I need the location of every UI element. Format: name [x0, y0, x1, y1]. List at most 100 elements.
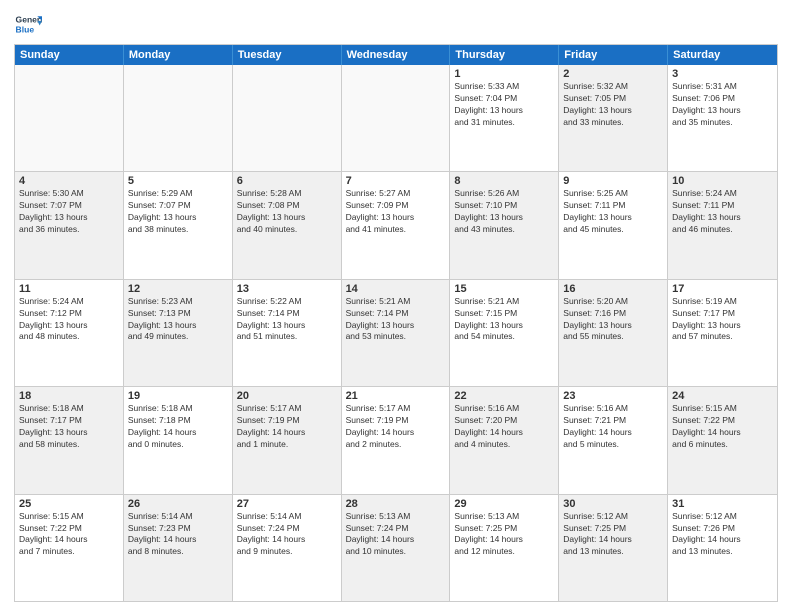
day-number: 20 — [237, 390, 337, 402]
day-number: 12 — [128, 283, 228, 295]
day-info: Sunrise: 5:23 AMSunset: 7:13 PMDaylight:… — [128, 296, 228, 344]
calendar-cell: 13Sunrise: 5:22 AMSunset: 7:14 PMDayligh… — [233, 280, 342, 386]
day-number: 23 — [563, 390, 663, 402]
day-info: Sunrise: 5:17 AMSunset: 7:19 PMDaylight:… — [346, 403, 446, 451]
day-number: 31 — [672, 498, 773, 510]
calendar-cell: 9Sunrise: 5:25 AMSunset: 7:11 PMDaylight… — [559, 172, 668, 278]
day-info: Sunrise: 5:27 AMSunset: 7:09 PMDaylight:… — [346, 188, 446, 236]
day-number: 3 — [672, 68, 773, 80]
day-number: 14 — [346, 283, 446, 295]
day-info: Sunrise: 5:15 AMSunset: 7:22 PMDaylight:… — [672, 403, 773, 451]
day-info: Sunrise: 5:13 AMSunset: 7:24 PMDaylight:… — [346, 511, 446, 559]
day-info: Sunrise: 5:26 AMSunset: 7:10 PMDaylight:… — [454, 188, 554, 236]
day-info: Sunrise: 5:12 AMSunset: 7:25 PMDaylight:… — [563, 511, 663, 559]
calendar-cell: 21Sunrise: 5:17 AMSunset: 7:19 PMDayligh… — [342, 387, 451, 493]
day-number: 15 — [454, 283, 554, 295]
day-number: 10 — [672, 175, 773, 187]
day-info: Sunrise: 5:21 AMSunset: 7:14 PMDaylight:… — [346, 296, 446, 344]
calendar-cell: 4Sunrise: 5:30 AMSunset: 7:07 PMDaylight… — [15, 172, 124, 278]
day-number: 9 — [563, 175, 663, 187]
day-info: Sunrise: 5:16 AMSunset: 7:21 PMDaylight:… — [563, 403, 663, 451]
day-number: 17 — [672, 283, 773, 295]
day-number: 29 — [454, 498, 554, 510]
day-info: Sunrise: 5:31 AMSunset: 7:06 PMDaylight:… — [672, 81, 773, 129]
day-number: 1 — [454, 68, 554, 80]
calendar: SundayMondayTuesdayWednesdayThursdayFrid… — [14, 44, 778, 602]
calendar-cell: 29Sunrise: 5:13 AMSunset: 7:25 PMDayligh… — [450, 495, 559, 601]
calendar-cell: 27Sunrise: 5:14 AMSunset: 7:24 PMDayligh… — [233, 495, 342, 601]
calendar-row-5: 25Sunrise: 5:15 AMSunset: 7:22 PMDayligh… — [15, 494, 777, 601]
calendar-cell — [15, 65, 124, 171]
day-info: Sunrise: 5:30 AMSunset: 7:07 PMDaylight:… — [19, 188, 119, 236]
calendar-cell: 26Sunrise: 5:14 AMSunset: 7:23 PMDayligh… — [124, 495, 233, 601]
day-number: 24 — [672, 390, 773, 402]
day-info: Sunrise: 5:18 AMSunset: 7:17 PMDaylight:… — [19, 403, 119, 451]
day-number: 7 — [346, 175, 446, 187]
day-number: 26 — [128, 498, 228, 510]
day-info: Sunrise: 5:32 AMSunset: 7:05 PMDaylight:… — [563, 81, 663, 129]
header-day-sunday: Sunday — [15, 45, 124, 65]
day-number: 27 — [237, 498, 337, 510]
day-number: 5 — [128, 175, 228, 187]
calendar-cell: 5Sunrise: 5:29 AMSunset: 7:07 PMDaylight… — [124, 172, 233, 278]
day-info: Sunrise: 5:16 AMSunset: 7:20 PMDaylight:… — [454, 403, 554, 451]
calendar-body: 1Sunrise: 5:33 AMSunset: 7:04 PMDaylight… — [15, 65, 777, 601]
calendar-cell: 31Sunrise: 5:12 AMSunset: 7:26 PMDayligh… — [668, 495, 777, 601]
day-info: Sunrise: 5:22 AMSunset: 7:14 PMDaylight:… — [237, 296, 337, 344]
calendar-cell: 8Sunrise: 5:26 AMSunset: 7:10 PMDaylight… — [450, 172, 559, 278]
day-number: 8 — [454, 175, 554, 187]
day-info: Sunrise: 5:18 AMSunset: 7:18 PMDaylight:… — [128, 403, 228, 451]
day-info: Sunrise: 5:14 AMSunset: 7:24 PMDaylight:… — [237, 511, 337, 559]
calendar-cell: 17Sunrise: 5:19 AMSunset: 7:17 PMDayligh… — [668, 280, 777, 386]
header-day-saturday: Saturday — [668, 45, 777, 65]
day-number: 21 — [346, 390, 446, 402]
day-info: Sunrise: 5:33 AMSunset: 7:04 PMDaylight:… — [454, 81, 554, 129]
header-day-monday: Monday — [124, 45, 233, 65]
day-info: Sunrise: 5:24 AMSunset: 7:12 PMDaylight:… — [19, 296, 119, 344]
calendar-row-3: 11Sunrise: 5:24 AMSunset: 7:12 PMDayligh… — [15, 279, 777, 386]
calendar-cell: 7Sunrise: 5:27 AMSunset: 7:09 PMDaylight… — [342, 172, 451, 278]
day-info: Sunrise: 5:15 AMSunset: 7:22 PMDaylight:… — [19, 511, 119, 559]
calendar-cell: 10Sunrise: 5:24 AMSunset: 7:11 PMDayligh… — [668, 172, 777, 278]
calendar-cell: 3Sunrise: 5:31 AMSunset: 7:06 PMDaylight… — [668, 65, 777, 171]
svg-text:General: General — [16, 14, 42, 24]
calendar-row-1: 1Sunrise: 5:33 AMSunset: 7:04 PMDaylight… — [15, 65, 777, 171]
day-info: Sunrise: 5:20 AMSunset: 7:16 PMDaylight:… — [563, 296, 663, 344]
calendar-row-4: 18Sunrise: 5:18 AMSunset: 7:17 PMDayligh… — [15, 386, 777, 493]
calendar-cell — [342, 65, 451, 171]
day-info: Sunrise: 5:24 AMSunset: 7:11 PMDaylight:… — [672, 188, 773, 236]
day-number: 22 — [454, 390, 554, 402]
calendar-cell: 14Sunrise: 5:21 AMSunset: 7:14 PMDayligh… — [342, 280, 451, 386]
calendar-cell: 25Sunrise: 5:15 AMSunset: 7:22 PMDayligh… — [15, 495, 124, 601]
day-number: 11 — [19, 283, 119, 295]
day-info: Sunrise: 5:28 AMSunset: 7:08 PMDaylight:… — [237, 188, 337, 236]
calendar-header: SundayMondayTuesdayWednesdayThursdayFrid… — [15, 45, 777, 65]
day-number: 19 — [128, 390, 228, 402]
header: General Blue — [14, 10, 778, 38]
calendar-cell: 6Sunrise: 5:28 AMSunset: 7:08 PMDaylight… — [233, 172, 342, 278]
header-day-thursday: Thursday — [450, 45, 559, 65]
day-info: Sunrise: 5:17 AMSunset: 7:19 PMDaylight:… — [237, 403, 337, 451]
page: General Blue SundayMondayTuesdayWednesda… — [0, 0, 792, 612]
calendar-cell: 12Sunrise: 5:23 AMSunset: 7:13 PMDayligh… — [124, 280, 233, 386]
calendar-cell: 16Sunrise: 5:20 AMSunset: 7:16 PMDayligh… — [559, 280, 668, 386]
calendar-cell — [124, 65, 233, 171]
calendar-cell: 23Sunrise: 5:16 AMSunset: 7:21 PMDayligh… — [559, 387, 668, 493]
day-number: 16 — [563, 283, 663, 295]
logo-icon: General Blue — [14, 10, 42, 38]
calendar-cell: 30Sunrise: 5:12 AMSunset: 7:25 PMDayligh… — [559, 495, 668, 601]
calendar-cell: 22Sunrise: 5:16 AMSunset: 7:20 PMDayligh… — [450, 387, 559, 493]
day-number: 28 — [346, 498, 446, 510]
day-number: 18 — [19, 390, 119, 402]
header-day-tuesday: Tuesday — [233, 45, 342, 65]
header-day-friday: Friday — [559, 45, 668, 65]
svg-text:Blue: Blue — [16, 25, 35, 35]
header-day-wednesday: Wednesday — [342, 45, 451, 65]
day-number: 2 — [563, 68, 663, 80]
day-number: 30 — [563, 498, 663, 510]
day-info: Sunrise: 5:25 AMSunset: 7:11 PMDaylight:… — [563, 188, 663, 236]
calendar-cell: 24Sunrise: 5:15 AMSunset: 7:22 PMDayligh… — [668, 387, 777, 493]
day-info: Sunrise: 5:14 AMSunset: 7:23 PMDaylight:… — [128, 511, 228, 559]
day-info: Sunrise: 5:21 AMSunset: 7:15 PMDaylight:… — [454, 296, 554, 344]
day-info: Sunrise: 5:19 AMSunset: 7:17 PMDaylight:… — [672, 296, 773, 344]
